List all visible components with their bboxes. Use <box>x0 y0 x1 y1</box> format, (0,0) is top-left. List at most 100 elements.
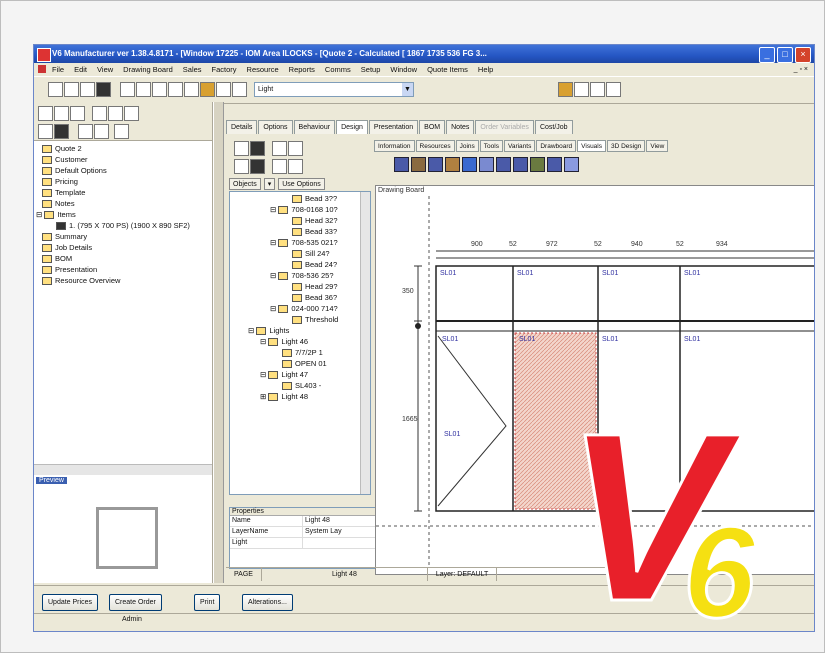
move-tool-icon[interactable] <box>234 159 249 174</box>
save-icon[interactable] <box>80 82 95 97</box>
tab-presentation[interactable]: Presentation <box>368 120 419 134</box>
component-icon[interactable] <box>513 157 528 172</box>
horizontal-scrollbar[interactable] <box>34 464 212 475</box>
delete-icon[interactable] <box>38 124 53 139</box>
maximize-button[interactable]: □ <box>777 47 793 63</box>
pointer-tool-icon[interactable] <box>234 141 249 156</box>
menu-comms[interactable]: Comms <box>325 63 351 76</box>
tree-node[interactable]: Head 29? <box>292 282 338 292</box>
lock-tool-icon[interactable] <box>250 141 265 156</box>
tab-notes[interactable]: Notes <box>446 120 475 134</box>
subtab-tools[interactable]: Tools <box>479 140 503 152</box>
tree-tool-icon[interactable] <box>108 106 123 121</box>
tree-tool-icon[interactable] <box>94 124 109 139</box>
tree-tool-icon[interactable] <box>124 106 139 121</box>
property-row[interactable]: LayerName System Lay <box>230 527 375 538</box>
menu-resource[interactable]: Resource <box>247 63 279 76</box>
new-icon[interactable] <box>48 82 63 97</box>
undo-icon[interactable] <box>168 82 183 97</box>
tree-node[interactable]: Bead 33? <box>292 227 337 237</box>
style-combo[interactable]: Light ▼ <box>254 82 414 97</box>
subtab-3d-design[interactable]: 3D Design <box>607 140 646 152</box>
menu-edit[interactable]: Edit <box>74 63 87 76</box>
subtab-view[interactable]: View <box>646 140 669 152</box>
component-icon[interactable] <box>530 157 545 172</box>
tree-item-bom[interactable]: BOM <box>42 254 72 264</box>
component-icon[interactable] <box>462 157 477 172</box>
component-icon[interactable] <box>394 157 409 172</box>
alterations-button[interactable]: Alterations... <box>242 594 293 611</box>
menu-file[interactable]: File <box>52 63 64 76</box>
tree-node-lights[interactable]: ⊟ Lights <box>248 326 289 336</box>
tab-order-variables[interactable]: Order Variables <box>475 120 534 134</box>
cut-icon[interactable] <box>120 82 135 97</box>
component-icon[interactable] <box>411 157 426 172</box>
tree-node[interactable]: Sill 24? <box>292 249 330 259</box>
tree-node[interactable]: ⊟ 708-535 021? <box>270 238 338 248</box>
menu-window[interactable]: Window <box>390 63 417 76</box>
tree-item-summary[interactable]: Summary <box>42 232 87 242</box>
tree-node[interactable]: Bead 24? <box>292 260 337 270</box>
property-row[interactable]: Name Light 48 <box>230 516 375 527</box>
subtab-information[interactable]: Information <box>374 140 415 152</box>
tree-tool-icon[interactable] <box>54 106 69 121</box>
minimize-button[interactable]: _ <box>759 47 775 63</box>
report-icon[interactable] <box>606 82 621 97</box>
tree-tool-icon[interactable] <box>70 106 85 121</box>
component-icon[interactable] <box>496 157 511 172</box>
update-prices-button[interactable]: Update Prices <box>42 594 98 611</box>
menu-help[interactable]: Help <box>478 63 493 76</box>
paste-icon[interactable] <box>152 82 167 97</box>
text-icon[interactable] <box>232 82 247 97</box>
mdi-controls[interactable]: _ ▫ × <box>794 63 808 76</box>
menu-drawing-board[interactable]: Drawing Board <box>123 63 173 76</box>
pane-splitter[interactable] <box>213 102 224 583</box>
close-button[interactable]: × <box>795 47 811 63</box>
tree-tool-icon[interactable] <box>92 106 107 121</box>
car-icon[interactable] <box>54 124 69 139</box>
search-tool-icon[interactable] <box>288 159 303 174</box>
tree-node[interactable]: ⊟ 024-000 714? <box>270 304 338 314</box>
objects-label[interactable]: Objects <box>229 178 261 190</box>
tree-node[interactable]: 7/7/2P 1 <box>282 348 323 358</box>
menu-setup[interactable]: Setup <box>361 63 381 76</box>
tree-node-light[interactable]: ⊞ Light 48 <box>260 392 308 402</box>
print-button[interactable]: Print <box>194 594 221 611</box>
tree-node[interactable]: Threshold <box>292 315 338 325</box>
tree-node[interactable]: ⊟ 708-0168 10? <box>270 205 338 215</box>
tree-item-items[interactable]: ⊟ Items <box>36 210 76 220</box>
property-row[interactable]: Light <box>230 538 375 549</box>
tree-node[interactable]: ⊟ 708-536 25? <box>270 271 334 281</box>
menu-factory[interactable]: Factory <box>212 63 237 76</box>
tree-tool-icon[interactable] <box>38 106 53 121</box>
menu-reports[interactable]: Reports <box>289 63 315 76</box>
menu-view[interactable]: View <box>97 63 113 76</box>
delete-tool-icon[interactable] <box>250 159 265 174</box>
vertical-scrollbar[interactable] <box>360 192 370 494</box>
use-options-button[interactable]: Use Options <box>278 178 325 190</box>
tab-design[interactable]: Design <box>336 120 368 134</box>
tree-node[interactable]: Bead 36? <box>292 293 337 303</box>
settings-icon[interactable] <box>574 82 589 97</box>
subtab-drawboard[interactable]: Drawboard <box>536 140 577 152</box>
tree-item-item-1[interactable]: 1. (795 X 700 PS) (1900 X 890 SF2) <box>56 221 190 231</box>
subtab-joins[interactable]: Joins <box>455 140 479 152</box>
tab-bom[interactable]: BOM <box>419 120 446 134</box>
redo-icon[interactable] <box>184 82 199 97</box>
zoom-tool-icon[interactable] <box>288 141 303 156</box>
subtab-variants[interactable]: Variants <box>503 140 536 152</box>
tree-item-job-details[interactable]: Job Details <box>42 243 92 253</box>
tab-details[interactable]: Details <box>226 120 258 134</box>
menu-sales[interactable]: Sales <box>183 63 202 76</box>
tree-item-quote[interactable]: Quote 2 <box>42 144 82 154</box>
create-order-button[interactable]: Create Order <box>109 594 162 611</box>
bold-icon[interactable] <box>216 82 231 97</box>
tab-options[interactable]: Options <box>258 120 293 134</box>
component-icon[interactable] <box>547 157 562 172</box>
tab-behaviour[interactable]: Behaviour <box>293 120 336 134</box>
tab-cost-job[interactable]: Cost/Job <box>534 120 573 134</box>
folder-icon[interactable] <box>558 82 573 97</box>
tree-item-template[interactable]: Template <box>42 188 85 198</box>
tree-item-pricing[interactable]: Pricing <box>42 177 78 187</box>
print-icon[interactable] <box>96 82 111 97</box>
